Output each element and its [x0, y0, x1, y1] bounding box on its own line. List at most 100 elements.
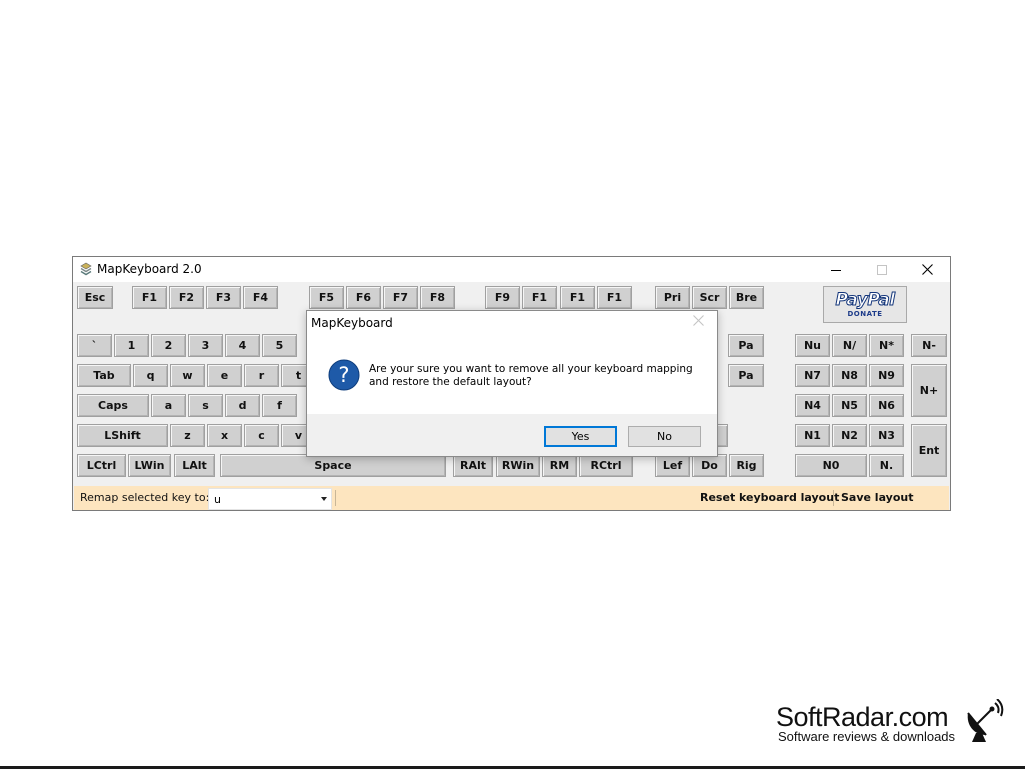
key-e[interactable]: e [207, 364, 242, 387]
key-f5[interactable]: F5 [309, 286, 344, 309]
key-tab[interactable]: Tab [77, 364, 131, 387]
confirm-dialog: MapKeyboard ? Are your sure you want to … [306, 310, 718, 457]
key-left-ctrl[interactable]: LCtrl [77, 454, 126, 477]
close-icon [921, 264, 933, 275]
key-r[interactable]: r [244, 364, 279, 387]
key-d[interactable]: d [225, 394, 260, 417]
key-q[interactable]: q [133, 364, 168, 387]
key-s[interactable]: s [188, 394, 223, 417]
key-left-shift[interactable]: LShift [77, 424, 168, 447]
key-f8[interactable]: F8 [420, 286, 455, 309]
key-5[interactable]: 5 [262, 334, 297, 357]
toolbar-divider [833, 490, 834, 506]
window-title: MapKeyboard 2.0 [97, 262, 202, 276]
key-backtick[interactable]: ` [77, 334, 112, 357]
screen: MapKeyboard 2.0 Esc F1 F2 F3 F4 F5 F6 F7… [0, 0, 1025, 769]
dialog-message-line1: Are your sure you want to remove all you… [369, 363, 693, 375]
key-num-decimal[interactable]: N. [869, 454, 904, 477]
key-num-enter[interactable]: Ent [911, 424, 947, 477]
key-f3[interactable]: F3 [206, 286, 241, 309]
maximize-icon [877, 264, 887, 275]
key-2[interactable]: 2 [151, 334, 186, 357]
key-num-multiply[interactable]: N* [869, 334, 904, 357]
minimize-icon [831, 269, 841, 271]
paypal-logo: PayPal [835, 290, 896, 310]
key-z[interactable]: z [170, 424, 205, 447]
key-num-1[interactable]: N1 [795, 424, 830, 447]
key-num-2[interactable]: N2 [832, 424, 867, 447]
key-num-plus[interactable]: N+ [911, 364, 947, 417]
remap-key-dropdown[interactable]: u [208, 488, 332, 510]
key-f2[interactable]: F2 [169, 286, 204, 309]
key-space[interactable]: Space [220, 454, 446, 477]
key-right-arrow[interactable]: Rig [729, 454, 764, 477]
key-a[interactable]: a [151, 394, 186, 417]
key-num-9[interactable]: N9 [869, 364, 904, 387]
key-f4[interactable]: F4 [243, 286, 278, 309]
key-page-up[interactable]: Pa [728, 334, 764, 357]
key-f12[interactable]: F1 [597, 286, 632, 309]
key-num-8[interactable]: N8 [832, 364, 867, 387]
key-right-alt[interactable]: RAlt [453, 454, 493, 477]
title-bar[interactable]: MapKeyboard 2.0 [73, 257, 950, 282]
svg-text:?: ? [338, 363, 349, 387]
key-num-3[interactable]: N3 [869, 424, 904, 447]
app-icon [80, 262, 92, 276]
remap-toolbar: Remap selected key to: u Reset keyboard … [74, 486, 949, 510]
donate-label: DONATE [847, 310, 883, 318]
key-4[interactable]: 4 [225, 334, 260, 357]
key-down-arrow[interactable]: Do [692, 454, 727, 477]
key-f11[interactable]: F1 [560, 286, 595, 309]
key-esc[interactable]: Esc [77, 286, 113, 309]
key-f1[interactable]: F1 [132, 286, 167, 309]
dropdown-arrow-icon [321, 497, 327, 501]
key-print-screen[interactable]: Pri [655, 286, 690, 309]
key-f[interactable]: f [262, 394, 297, 417]
key-num-0[interactable]: N0 [795, 454, 867, 477]
key-num-5[interactable]: N5 [832, 394, 867, 417]
close-button[interactable] [904, 257, 950, 282]
reset-layout-button[interactable]: Reset keyboard layout [700, 491, 839, 504]
key-menu[interactable]: RM [542, 454, 577, 477]
key-c[interactable]: c [244, 424, 279, 447]
remap-selected-value: u [214, 493, 221, 506]
paypal-donate-button[interactable]: PayPal DONATE [823, 286, 907, 323]
minimize-button[interactable] [813, 257, 859, 282]
key-f6[interactable]: F6 [346, 286, 381, 309]
key-num-6[interactable]: N6 [869, 394, 904, 417]
dialog-title: MapKeyboard [311, 316, 393, 330]
key-caps-lock[interactable]: Caps [77, 394, 149, 417]
key-3[interactable]: 3 [188, 334, 223, 357]
key-num-divide[interactable]: N/ [832, 334, 867, 357]
save-layout-button[interactable]: Save layout [841, 491, 913, 504]
close-icon [693, 315, 704, 326]
key-scroll-lock[interactable]: Scr [692, 286, 727, 309]
key-num-minus[interactable]: N- [911, 334, 947, 357]
dialog-button-bar: Yes No [307, 414, 717, 456]
key-f7[interactable]: F7 [383, 286, 418, 309]
dialog-message-line2: and restore the default layout? [369, 376, 532, 388]
key-num-4[interactable]: N4 [795, 394, 830, 417]
yes-button[interactable]: Yes [544, 426, 617, 447]
key-right-win[interactable]: RWin [496, 454, 540, 477]
key-f9[interactable]: F9 [485, 286, 520, 309]
maximize-button[interactable] [859, 257, 905, 282]
key-w[interactable]: w [170, 364, 205, 387]
key-1[interactable]: 1 [114, 334, 149, 357]
key-f10[interactable]: F1 [522, 286, 557, 309]
key-page-down[interactable]: Pa [728, 364, 764, 387]
question-icon: ? [328, 359, 360, 391]
key-num-lock[interactable]: Nu [795, 334, 830, 357]
key-left-arrow[interactable]: Lef [655, 454, 690, 477]
key-num-7[interactable]: N7 [795, 364, 830, 387]
satellite-dish-icon [967, 699, 1004, 742]
key-left-alt[interactable]: LAlt [174, 454, 215, 477]
remap-label: Remap selected key to: [80, 491, 210, 504]
dialog-close-button[interactable] [693, 315, 704, 330]
key-break[interactable]: Bre [729, 286, 764, 309]
no-button[interactable]: No [628, 426, 701, 447]
key-left-win[interactable]: LWin [128, 454, 171, 477]
key-right-ctrl[interactable]: RCtrl [579, 454, 633, 477]
key-x[interactable]: x [207, 424, 242, 447]
toolbar-divider [335, 490, 336, 506]
